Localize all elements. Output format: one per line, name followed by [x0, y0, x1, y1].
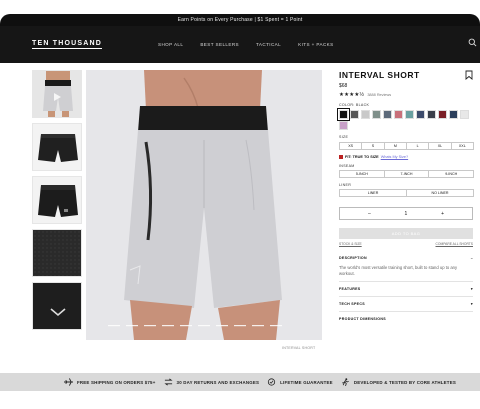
top-nav: TEN THOUSAND SHOP ALL BEST SELLERS TACTI… [0, 26, 480, 63]
size-option-s[interactable]: S [361, 142, 385, 150]
size-label: SIZE [339, 135, 349, 139]
color-swatch-12[interactable] [460, 110, 469, 119]
benefit-athletes: DEVELOPED & TESTED BY CORE ATHLETES [341, 378, 456, 386]
inseam-option-9[interactable]: 9-INCH [428, 170, 475, 178]
size-option-xs[interactable]: XS [339, 142, 363, 150]
inseam-selector: 5-INCH 7-INCH 9-INCH [339, 170, 475, 178]
main-product-image[interactable] [86, 70, 322, 340]
accordion-label: TECH SPECS [339, 302, 365, 306]
quantity-stepper: – 1 + [339, 207, 473, 220]
thumbnail-2[interactable] [32, 123, 82, 171]
inseam-label: INSEAM [339, 164, 355, 168]
accordion-tech-specs[interactable]: TECH SPECS ▾ [339, 297, 473, 312]
promo-text: Earn Points on Every Purchase | $1 Spent… [177, 17, 303, 23]
qty-decrease-button[interactable]: – [368, 211, 371, 217]
accordion-label: FEATURES [339, 287, 361, 291]
benefit-text: LIFETIME GUARANTEE [280, 379, 333, 385]
review-count[interactable]: 3888 Reviews [367, 93, 391, 97]
color-swatch-13[interactable] [339, 121, 348, 130]
image-caption: INTERVAL SHORT [282, 346, 316, 350]
thumbnail-strip [32, 70, 82, 335]
description-header[interactable]: DESCRIPTION – [339, 256, 473, 260]
size-option-xl[interactable]: XL [428, 142, 452, 150]
bookmark-icon[interactable] [465, 70, 473, 80]
benefit-returns: 30 DAY RETURNS AND EXCHANGES [163, 378, 260, 386]
inseam-option-5[interactable]: 5-INCH [339, 170, 385, 178]
menu-item-best-sellers[interactable]: BEST SELLERS [200, 42, 239, 47]
thumbnail-3[interactable] [32, 176, 82, 224]
menu-item-kits-packs[interactable]: KITS + PACKS [298, 42, 333, 47]
stock-size-link[interactable]: STOCK & SIZE [339, 242, 362, 246]
fit-text: FIT: TRUE TO SIZE [345, 155, 379, 159]
color-swatch-9[interactable] [427, 110, 436, 119]
product-title: INTERVAL SHORT [339, 70, 420, 80]
runner-icon [342, 378, 349, 386]
size-selector: XS S M L XL XXL [339, 142, 474, 150]
color-swatch-8[interactable] [416, 110, 425, 119]
size-guide-link[interactable]: Whats My Size? [381, 155, 408, 159]
promo-bar: Earn Points on Every Purchase | $1 Spent… [0, 14, 480, 26]
color-swatch-2[interactable] [350, 110, 359, 119]
thumbnail-1[interactable] [32, 70, 82, 118]
color-swatch-5[interactable] [383, 110, 392, 119]
menu-item-shop-all[interactable]: SHOP ALL [158, 42, 183, 47]
color-swatch-1[interactable] [337, 108, 350, 121]
plane-icon [64, 378, 74, 386]
benefit-text: DEVELOPED & TESTED BY CORE ATHLETES [353, 379, 456, 385]
compare-shorts-link[interactable]: COMPARE ALL SHORTS [436, 242, 474, 246]
color-swatch-11[interactable] [449, 110, 458, 119]
thumbnail-4[interactable] [32, 229, 82, 277]
collapse-icon: – [470, 256, 473, 260]
benefits-bar: FREE SHIPPING ON ORDERS $75+ 30 DAY RETU… [0, 373, 480, 391]
color-swatch-7[interactable] [405, 110, 414, 119]
liner-option-liner[interactable]: LINER [339, 189, 407, 197]
size-option-xxl[interactable]: XXL [450, 142, 474, 150]
fit-icon [339, 155, 343, 159]
liner-option-no-liner[interactable]: NO LINER [406, 189, 474, 197]
product-links: STOCK & SIZE COMPARE ALL SHORTS [339, 242, 473, 246]
brand-logo[interactable]: TEN THOUSAND [32, 40, 103, 49]
check-circle-icon [268, 378, 276, 386]
benefit-guarantee: LIFETIME GUARANTEE [267, 378, 333, 386]
color-swatch-4[interactable] [372, 110, 381, 119]
expand-icon: ▾ [470, 287, 473, 291]
benefit-shipping: FREE SHIPPING ON ORDERS $75+ [64, 378, 155, 386]
benefit-text: 30 DAY RETURNS AND EXCHANGES [176, 379, 260, 385]
size-option-m[interactable]: M [383, 142, 407, 150]
menu-item-tactical[interactable]: TACTICAL [256, 42, 281, 47]
main-menu: SHOP ALL BEST SELLERS TACTICAL KITS + PA… [158, 42, 334, 47]
liner-label: LINER [339, 183, 352, 187]
returns-icon [163, 378, 173, 386]
accordion-label: PRODUCT DIMENSIONS [339, 317, 386, 321]
benefit-text: FREE SHIPPING ON ORDERS $75+ [77, 379, 156, 385]
accordion-features[interactable]: FEATURES ▾ [339, 282, 473, 297]
color-swatches [337, 108, 473, 130]
fit-note: FIT: TRUE TO SIZE Whats My Size? [339, 155, 473, 159]
description-label: DESCRIPTION [339, 256, 367, 260]
size-option-l[interactable]: L [405, 142, 430, 150]
search-icon[interactable] [468, 38, 477, 47]
qty-value[interactable]: 1 [405, 211, 408, 217]
color-swatch-6[interactable] [394, 110, 403, 119]
liner-selector: LINER NO LINER [339, 189, 474, 197]
expand-icon: ▾ [470, 302, 473, 306]
star-rating: ★★★★½ [339, 92, 365, 98]
description-text: The world's most versatile training shor… [339, 265, 458, 276]
qty-increase-button[interactable]: + [441, 211, 444, 217]
color-swatch-3[interactable] [361, 110, 370, 119]
browser-page: Earn Points on Every Purchase | $1 Spent… [0, 14, 480, 360]
product-price: $68 [339, 83, 348, 89]
inseam-option-7[interactable]: 7-INCH [383, 170, 430, 178]
thumbnail-5[interactable] [32, 282, 82, 330]
color-label: COLOR: BLACK [339, 103, 370, 107]
add-to-bag-button[interactable]: ADD TO BAG [339, 228, 473, 239]
rating-row[interactable]: ★★★★½ 3888 Reviews [339, 92, 473, 98]
product-details: INTERVAL SHORT $68 ★★★★½ 3888 Reviews CO… [337, 70, 475, 326]
accordion-product-dimensions[interactable]: PRODUCT DIMENSIONS [339, 312, 473, 326]
color-swatch-10[interactable] [438, 110, 447, 119]
